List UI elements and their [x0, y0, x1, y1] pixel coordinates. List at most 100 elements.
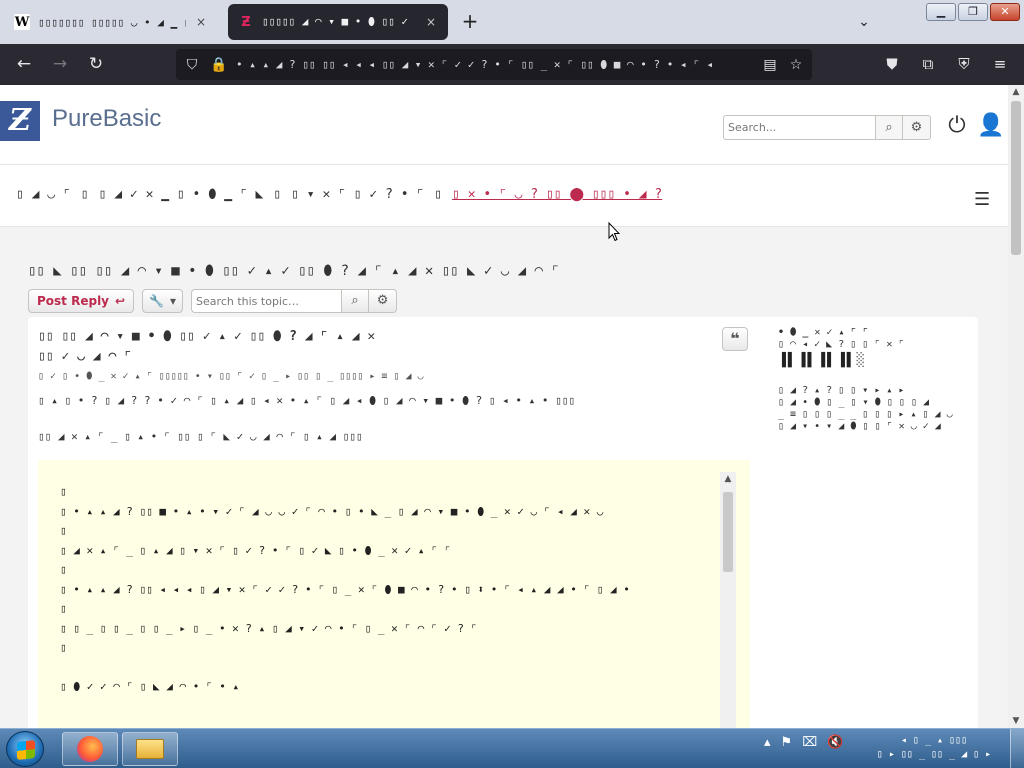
- breadcrumb: ▯ ◢ ◡ ⌜ ▯ ▯ ◢ ✓ ✕ ▁ ▯ • ⬮ ▁ ⌜ ◣ ▯ ▯ ▾ ✕ …: [0, 165, 1008, 227]
- author-details: ▯ ◢ ? ▴ ? ▯ ▯ ▾ ▸ ▴ ▸ ▯ ◢ • ⬮ ▯ _ ▯ ▾ ⬮ …: [778, 385, 953, 432]
- window-close-button[interactable]: ✕: [990, 3, 1020, 21]
- purebasic-logo-icon[interactable]: Ƶ: [0, 101, 40, 141]
- purebasic-favicon-icon: Ƶ: [241, 14, 251, 30]
- post-text-line: ▯▯ ◢ ✕ ▴ ⌜ _ ▯ ▴ • ⌜ ▯▯ ▯ ⌜ ◣ ✓ ◡ ◢ ◠ ⌜ …: [38, 430, 363, 443]
- breadcrumb-item[interactable]: ▯ ◢ ◡ ⌜: [16, 187, 71, 202]
- back-arrow-icon[interactable]: ←: [10, 50, 38, 78]
- post-body: ▯▯ ▯▯ ◢ ◠ ▾ ■ • ⬮ ▯▯ ✓ ▴ ✓ ▯▯ ⬮ ? ◢ ⌜ ▴ …: [38, 327, 748, 443]
- code-line: ▯ • ▴ ▴ ◢ ? ▯▯ ■ • ▴ • ▾ ✓ ⌜ ◢ ◡ ◡ ✓ ⌜ ◠…: [60, 504, 604, 518]
- scroll-thumb[interactable]: [1011, 101, 1021, 255]
- reload-icon[interactable]: ↻: [82, 50, 110, 78]
- code-lines: ▯ ▯ • ▴ ▴ ◢ ? ▯▯ ■ • ▴ • ▾ ✓ ⌜ ◢ ◡ ◡ ✓ ⌜…: [60, 482, 720, 697]
- breadcrumb-list: ▯ ◢ ◡ ⌜ ▯ ▯ ◢ ✓ ✕ ▁ ▯ • ⬮ ▁ ⌜ ◣ ▯ ▯ ▾ ✕ …: [16, 187, 662, 202]
- post-author-profile: • ⬮ _ ✕ ✓ ▴ ⌜ ⌜ ▯ ◠ ◂ ✓ ◣ ? ▯ ▯ ⌜ ✕ ⌜ ▐▌…: [778, 327, 968, 433]
- new-tab-button[interactable]: +: [458, 10, 482, 34]
- post-subject[interactable]: ▯▯ ▯▯ ◢ ◠ ▾ ■ • ⬮ ▯▯ ✓ ▴ ✓ ▯▯ ⬮ ? ◢ ⌜ ▴ …: [38, 327, 748, 347]
- tab-close-icon[interactable]: ×: [424, 15, 438, 29]
- scroll-down-icon[interactable]: ▼: [1008, 714, 1024, 728]
- tab-title: ▯▯▯▯▯▯▯ ▯▯▯▯▯ ◡ • ◢ ▁ ▯▯ ◡: [38, 15, 186, 29]
- breadcrumb-item-current[interactable]: ▯ ✕ • ⌜ ◡ ? ▯▯ ⬤ ▯▯▯ • ◢ ?: [452, 187, 662, 202]
- gear-icon[interactable]: ⚙: [369, 289, 398, 313]
- hamburger-menu-icon[interactable]: ☰: [974, 189, 990, 210]
- breadcrumb-item[interactable]: ▯ ▾ ✕ ⌜ ▯ ✓ ? • ⌜: [291, 187, 424, 202]
- web-page: Ƶ PureBasic ⌕ ⚙ ⏻ 👤 ▯ ◢ ◡ ⌜ ▯ ▯ ◢ ✓ ✕ ▁ …: [0, 85, 1008, 728]
- site-title[interactable]: PureBasic: [52, 105, 161, 133]
- reader-view-icon[interactable]: ▤: [762, 57, 778, 73]
- search-icon[interactable]: ⌕: [341, 289, 370, 313]
- clock-date: ▯ ▸ ▯▯ _ ▯▯ _ ◢ ▯ ▸: [876, 749, 992, 760]
- pocket-icon[interactable]: ⛊: [878, 50, 906, 78]
- site-header: Ƶ PureBasic ⌕ ⚙ ⏻ 👤: [0, 85, 1008, 165]
- scroll-up-icon[interactable]: ▲: [720, 472, 736, 486]
- taskbar-explorer-button[interactable]: [122, 732, 178, 766]
- folder-icon: [136, 739, 164, 759]
- shield-icon[interactable]: ⛉: [184, 57, 200, 73]
- tab-title: ▯▯▯▯▯ ◢ ◠ ▾ ■ • ⬮ ▯▯ ✓ ▴ ✓: [262, 15, 416, 28]
- url-text[interactable]: • ▴ ▴ ◢ ? ▯▯ ▯▯ ◂ ◂ ◂ ▯▯ ◢ ▾ ✕ ⌜ ✓ ✓ ? •…: [236, 58, 752, 72]
- wrench-icon: 🔧: [149, 294, 165, 308]
- start-button[interactable]: [6, 731, 44, 767]
- scroll-thumb[interactable]: [723, 492, 733, 572]
- topic-action-bar: Post Reply ↩ 🔧 ▾ ⌕ ⚙: [28, 289, 398, 313]
- firefox-icon: [77, 736, 103, 762]
- forum-post: ▯▯ ▯▯ ◢ ◠ ▾ ■ • ⬮ ▯▯ ✓ ▴ ✓ ▯▯ ⬮ ? ◢ ⌜ ▴ …: [28, 317, 978, 728]
- breadcrumb-separator: ▯: [273, 187, 282, 202]
- forward-arrow-icon[interactable]: →: [46, 50, 74, 78]
- post-meta: ▯ ✓ ▯ • ⬮ _ ✕ ✓ ▴ ⌜ ▯▯▯▯▯ • ▾ ▯▯ ⌜ ✓ ▯ _…: [38, 371, 424, 382]
- power-icon[interactable]: ⏻: [943, 113, 971, 138]
- extensions-icon[interactable]: ⧉: [914, 50, 942, 78]
- window-minimize-button[interactable]: ▁: [926, 3, 956, 21]
- breadcrumb-item[interactable]: ▯ ◢ ✓ ✕ ▁ ▯ • ⬮ ▁ ⌜ ◣: [99, 187, 264, 202]
- show-desktop-button[interactable]: [1010, 729, 1024, 768]
- scroll-up-icon[interactable]: ▲: [1008, 85, 1024, 99]
- url-bar[interactable]: ⛉ 🔒 • ▴ ▴ ◢ ? ▯▯ ▯▯ ◂ ◂ ◂ ▯▯ ◢ ▾ ✕ ⌜ ✓ ✓…: [176, 49, 812, 80]
- network-icon[interactable]: ⌧: [802, 735, 817, 750]
- topic-tools-button[interactable]: 🔧 ▾: [142, 289, 184, 313]
- windows-taskbar: ▴ ⚑ ⌧ 🔇 ◂ ▯ _ ▴ ▯▯▯ ▯ ▸ ▯▯ _ ▯▯ _ ◢ ▯ ▸: [0, 728, 1024, 768]
- rank-image: ▐▌▐▌▐▌▐▌░: [778, 353, 867, 368]
- code-scrollbar[interactable]: ▲: [720, 472, 736, 728]
- tab-close-icon[interactable]: ×: [194, 15, 208, 29]
- search-icon[interactable]: ⌕: [875, 115, 903, 140]
- post-text-line: ▯ ▴ ▯ • ? ▯ ◢ ? ? • ✓ ◠ ⌜ ▯ ▴ ◢ ▯ ◂ ✕ • …: [38, 394, 575, 407]
- breadcrumb-separator: ▯: [80, 187, 89, 202]
- system-tray: ▴ ⚑ ⌧ 🔇: [764, 735, 843, 750]
- taskbar-firefox-button[interactable]: [62, 732, 118, 766]
- post-reply-button[interactable]: Post Reply ↩: [28, 289, 135, 313]
- code-block: ▯ ▯ • ▴ ▴ ◢ ? ▯▯ ■ • ▴ • ▾ ✓ ⌜ ◢ ◡ ◡ ✓ ⌜…: [38, 460, 750, 728]
- clock-time: ◂ ▯ _ ▴ ▯▯▯: [900, 735, 968, 746]
- topic-title[interactable]: ▯▯ ◣ ▯▯ ▯▯ ◢ ◠ ▾ ■ • ⬮ ▯▯ ✓ ▴ ✓ ▯▯ ⬮ ? ◢…: [28, 263, 560, 279]
- ublock-icon[interactable]: ⛨: [950, 50, 978, 78]
- quote-icon[interactable]: ❝: [722, 327, 748, 351]
- post-reply-label: Post Reply: [37, 294, 109, 308]
- taskbar-clock[interactable]: ◂ ▯ _ ▴ ▯▯▯ ▯ ▸ ▯▯ _ ▯▯ _ ◢ ▯ ▸: [874, 734, 994, 762]
- code-line: ▯: [60, 602, 67, 615]
- post-subject[interactable]: ▯▯ ✓ ◡ ◢ ◠ ⌜: [38, 347, 748, 367]
- browser-navbar: ← → ↻ ⛉ 🔒 • ▴ ▴ ◢ ? ▯▯ ▯▯ ◂ ◂ ◂ ▯▯ ◢ ▾ ✕…: [0, 44, 1024, 85]
- chevron-down-icon[interactable]: ⌄: [852, 10, 876, 34]
- code-line: ▯ ▯ _ ▯ ▯ _ ▯ ▯ _ ▸ ▯ _ • ✕ ? ▴ ▯ ◢ ▾ ✓ …: [60, 621, 478, 635]
- gear-icon[interactable]: ⚙: [903, 115, 931, 140]
- code-line: ▯ ◢ ✕ ▴ ⌜ _ ▯ ▴ ◢ ▯ ▾ ✕ ⌜ ▯ ✓ ? • ⌜ ▯ ✓ …: [60, 543, 452, 557]
- bookmark-star-icon[interactable]: ☆: [788, 57, 804, 73]
- lock-icon[interactable]: 🔒: [210, 57, 227, 73]
- search-input[interactable]: [723, 115, 875, 140]
- tray-expand-icon[interactable]: ▴: [764, 735, 771, 750]
- action-center-flag-icon[interactable]: ⚑: [781, 735, 793, 750]
- topic-search: ⌕ ⚙: [191, 289, 398, 313]
- breadcrumb-separator: ▯: [434, 187, 443, 202]
- author-name[interactable]: • ⬮ _ ✕ ✓ ▴ ⌜ ⌜: [778, 327, 968, 339]
- code-line: ▯ ⬮ ✓ ✓ ◠ ⌜ ▯ ◣ ◢ ◠ • ⌜ • ▴: [60, 680, 240, 693]
- volume-muted-icon[interactable]: 🔇: [827, 735, 843, 750]
- add-user-icon[interactable]: 👤: [977, 113, 1005, 138]
- tab-purebasic-forum[interactable]: Ƶ ▯▯▯▯▯ ◢ ◠ ▾ ■ • ⬮ ▯▯ ✓ ▴ ✓ ×: [228, 4, 448, 40]
- page-scrollbar[interactable]: ▲ ▼: [1008, 85, 1024, 728]
- wikipedia-favicon-icon: W: [14, 14, 30, 30]
- browser-tab-strip: W ▯▯▯▯▯▯▯ ▯▯▯▯▯ ◡ • ◢ ▁ ▯▯ ◡ × Ƶ ▯▯▯▯▯ ◢…: [0, 0, 1024, 44]
- hamburger-menu-icon[interactable]: ≡: [986, 50, 1014, 78]
- code-line: ▯ • ▴ ▴ ◢ ? ▯▯ ◂ ◂ ◂ ▯ ◢ ▾ ✕ ⌜ ✓ ✓ ? • ⌜…: [60, 582, 630, 596]
- window-maximize-button[interactable]: ❐: [958, 3, 988, 21]
- topic-search-input[interactable]: [191, 289, 342, 313]
- tab-wikipedia[interactable]: W ▯▯▯▯▯▯▯ ▯▯▯▯▯ ◡ • ◢ ▁ ▯▯ ◡ ×: [4, 4, 218, 40]
